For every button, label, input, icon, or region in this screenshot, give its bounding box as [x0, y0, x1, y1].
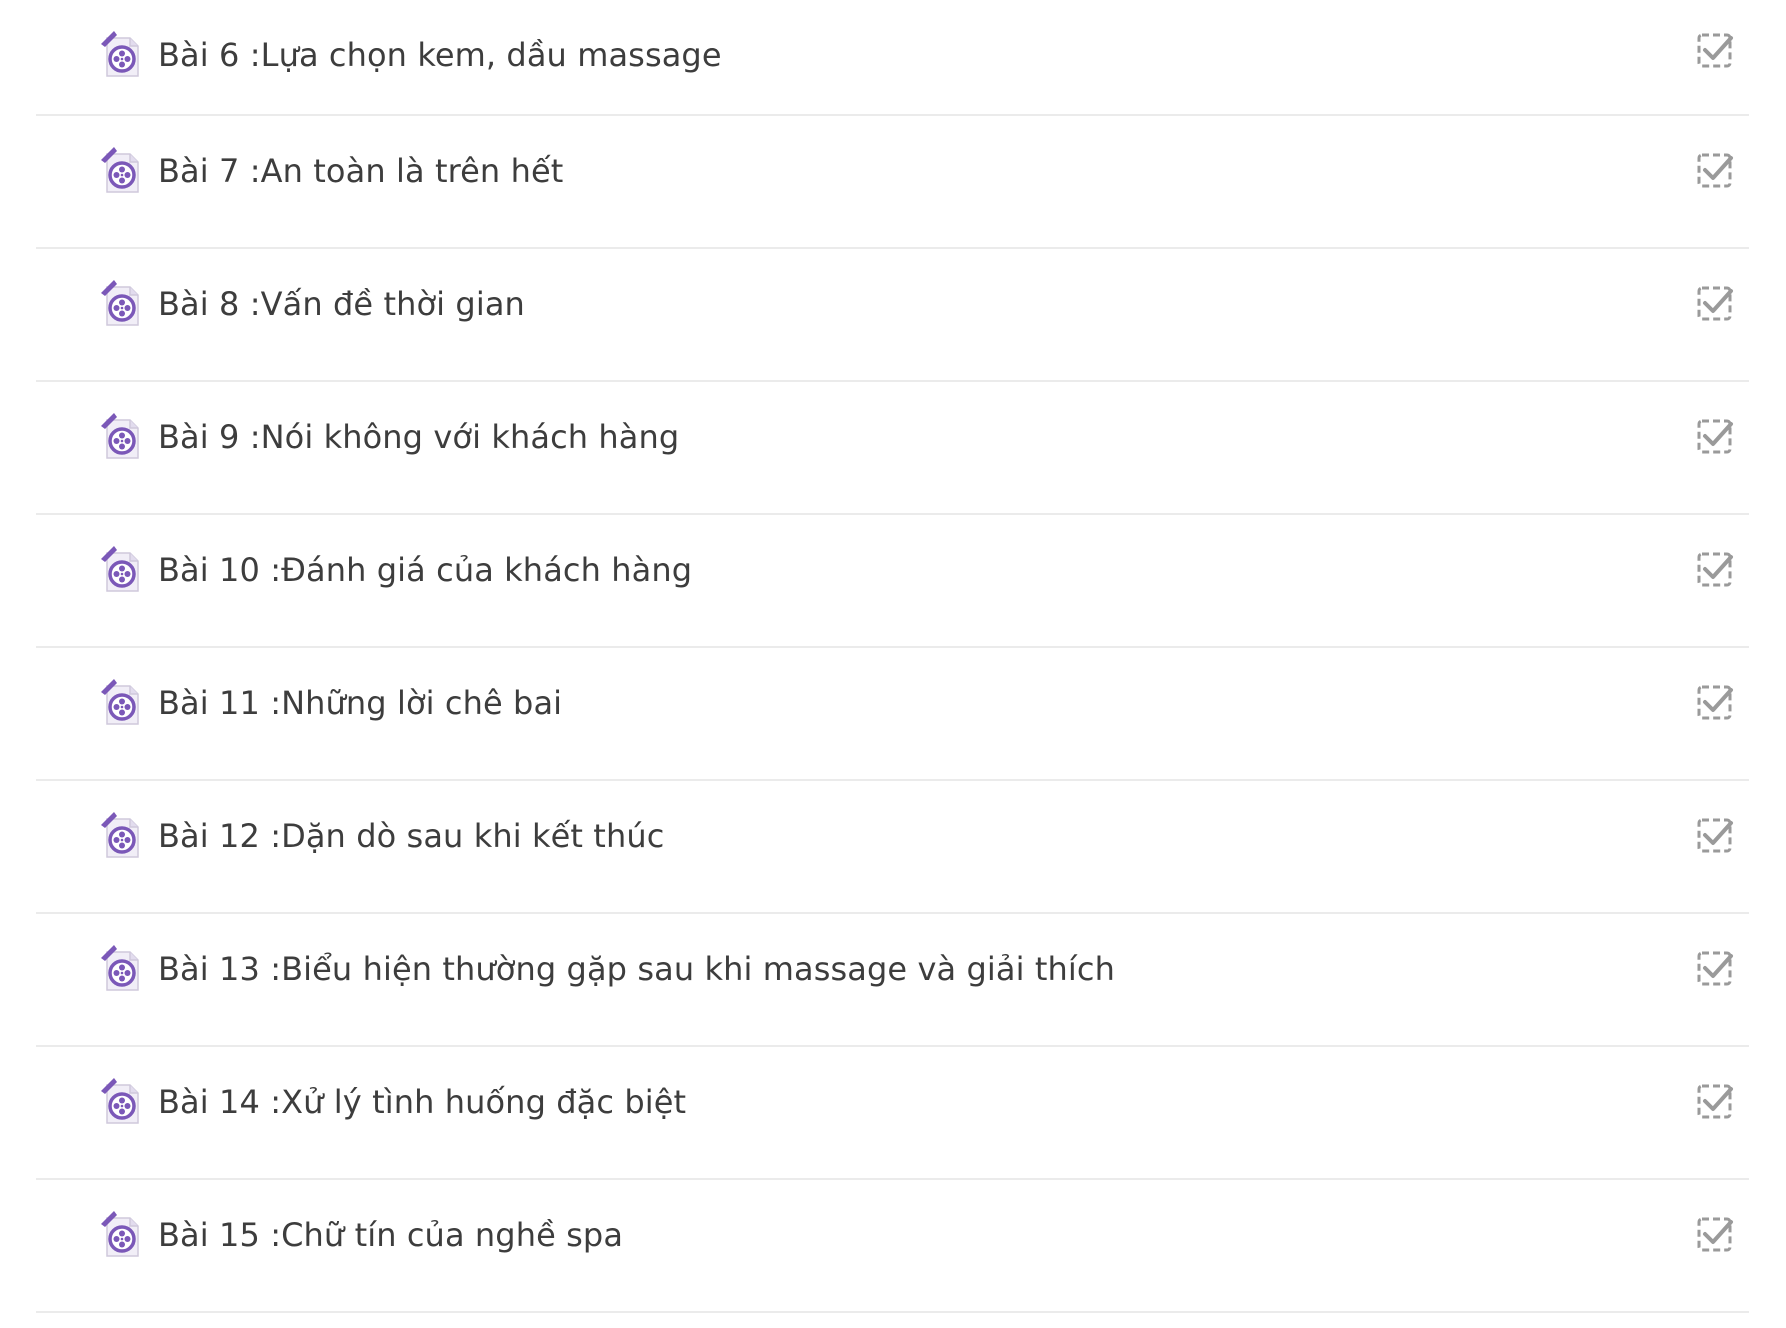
lesson-title[interactable]: Bài 15 :Chữ tín của nghề spa — [158, 1210, 623, 1260]
lesson-title[interactable]: Bài 6 :Lựa chọn kem, dầu massage — [158, 30, 722, 80]
lesson-title[interactable]: Bài 12 :Dặn dò sau khi kết thúc — [158, 811, 664, 861]
lesson-row[interactable]: Bài 13 :Biểu hiện thường gặp sau khi mas… — [36, 914, 1749, 1047]
checkbox-checked-icon[interactable] — [1695, 682, 1735, 722]
lesson-title[interactable]: Bài 14 :Xử lý tình huống đặc biệt — [158, 1077, 686, 1127]
lesson-title[interactable]: Bài 8 :Vấn đề thời gian — [158, 279, 525, 329]
lesson-row[interactable]: Bài 6 :Lựa chọn kem, dầu massage — [36, 0, 1749, 116]
video-file-icon — [98, 30, 144, 80]
lesson-row[interactable]: Bài 11 :Những lời chê bai — [36, 648, 1749, 781]
checkbox-checked-icon[interactable] — [1695, 549, 1735, 589]
lesson-row[interactable]: Bài 12 :Dặn dò sau khi kết thúc — [36, 781, 1749, 914]
lesson-title[interactable]: Bài 7 :An toàn là trên hết — [158, 146, 563, 196]
lesson-title[interactable]: Bài 9 :Nói không với khách hàng — [158, 412, 679, 462]
video-file-icon — [98, 1210, 144, 1260]
lesson-row[interactable]: Bài 9 :Nói không với khách hàng — [36, 382, 1749, 515]
lesson-row[interactable]: Bài 7 :An toàn là trên hết — [36, 116, 1749, 249]
video-file-icon — [98, 545, 144, 595]
checkbox-checked-icon[interactable] — [1695, 30, 1735, 70]
video-file-icon — [98, 944, 144, 994]
lesson-list: Bài 6 :Lựa chọn kem, dầu massage Bài 7 :… — [36, 0, 1749, 1313]
checkbox-checked-icon[interactable] — [1695, 1081, 1735, 1121]
checkbox-checked-icon[interactable] — [1695, 1214, 1735, 1254]
video-file-icon — [98, 412, 144, 462]
checkbox-checked-icon[interactable] — [1695, 948, 1735, 988]
lesson-title[interactable]: Bài 13 :Biểu hiện thường gặp sau khi mas… — [158, 944, 1115, 994]
video-file-icon — [98, 146, 144, 196]
lesson-row[interactable]: Bài 14 :Xử lý tình huống đặc biệt — [36, 1047, 1749, 1180]
lesson-row[interactable]: Bài 10 :Đánh giá của khách hàng — [36, 515, 1749, 648]
video-file-icon — [98, 1077, 144, 1127]
checkbox-checked-icon[interactable] — [1695, 150, 1735, 190]
video-file-icon — [98, 279, 144, 329]
checkbox-checked-icon[interactable] — [1695, 815, 1735, 855]
lesson-title[interactable]: Bài 10 :Đánh giá của khách hàng — [158, 545, 692, 595]
video-file-icon — [98, 811, 144, 861]
checkbox-checked-icon[interactable] — [1695, 283, 1735, 323]
lesson-row[interactable]: Bài 8 :Vấn đề thời gian — [36, 249, 1749, 382]
video-file-icon — [98, 678, 144, 728]
lesson-title[interactable]: Bài 11 :Những lời chê bai — [158, 678, 562, 728]
checkbox-checked-icon[interactable] — [1695, 416, 1735, 456]
lesson-row[interactable]: Bài 15 :Chữ tín của nghề spa — [36, 1180, 1749, 1313]
